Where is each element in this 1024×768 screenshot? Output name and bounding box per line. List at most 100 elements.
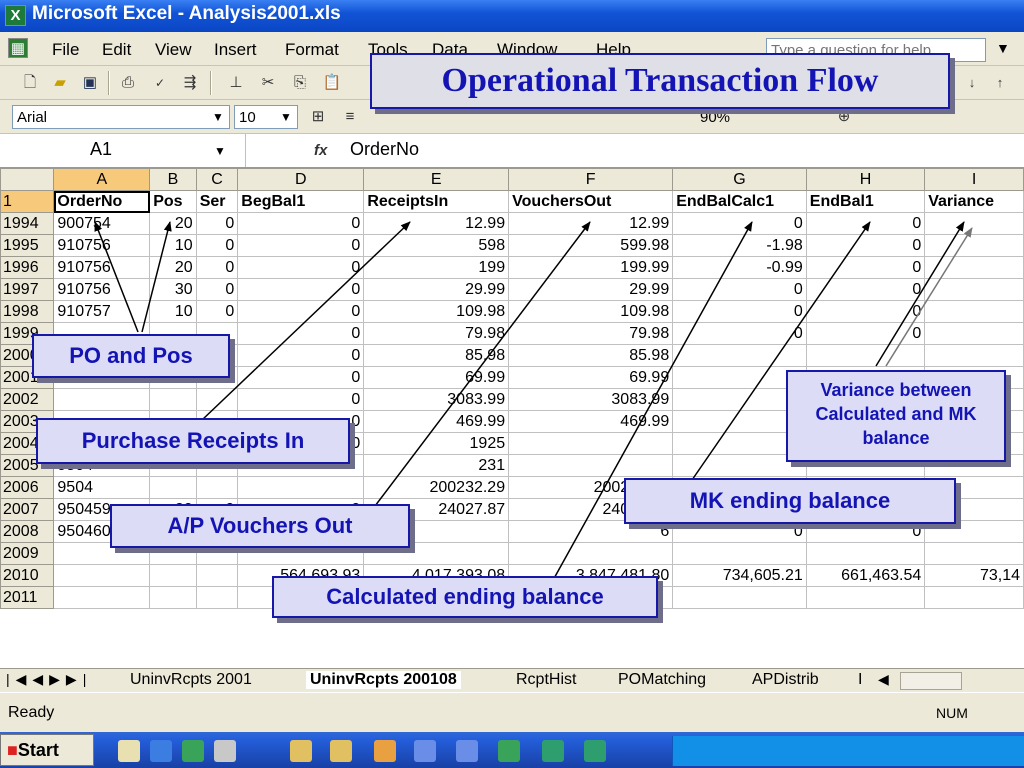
- cell[interactable]: 85.98: [363, 344, 510, 367]
- font-name-select[interactable]: Arial: [12, 105, 230, 129]
- spelling-icon[interactable]: ✓: [150, 73, 170, 93]
- cell[interactable]: 109.98: [363, 300, 510, 323]
- quicklaunch-outlook-icon[interactable]: [182, 740, 204, 762]
- tab-uninvrcpts-2001[interactable]: UninvRcpts 2001: [130, 671, 252, 689]
- tab-uninvrcpts-200108[interactable]: UninvRcpts 200108: [306, 671, 461, 689]
- cell[interactable]: -1.98: [672, 234, 807, 257]
- cell[interactable]: 79.98: [363, 322, 510, 345]
- quicklaunch-desktop-icon[interactable]: [118, 740, 140, 762]
- task-word-icon[interactable]: [414, 740, 436, 762]
- column-header-i[interactable]: I: [924, 168, 1024, 191]
- row-header[interactable]: 2006: [0, 476, 55, 499]
- column-header-c[interactable]: C: [195, 168, 239, 191]
- cell[interactable]: 469.99: [508, 410, 674, 433]
- name-box[interactable]: A1: [90, 139, 112, 160]
- cell[interactable]: [924, 300, 1024, 323]
- cell[interactable]: 598: [363, 234, 510, 257]
- cell[interactable]: 599.98: [508, 234, 674, 257]
- task-excel-icon[interactable]: [498, 740, 520, 762]
- cell[interactable]: [924, 542, 1024, 565]
- cell[interactable]: 3083.99: [363, 388, 510, 411]
- cell[interactable]: 910757: [53, 300, 151, 323]
- cell[interactable]: 29.99: [363, 278, 510, 301]
- row-header[interactable]: 2007: [0, 498, 55, 521]
- size-dropdown-chevron-icon[interactable]: ▼: [280, 110, 292, 124]
- cell[interactable]: 20: [149, 256, 197, 279]
- function-icon[interactable]: fx: [314, 142, 327, 159]
- name-box-chevron-icon[interactable]: ▼: [214, 144, 226, 158]
- copy-icon[interactable]: ⎘: [290, 73, 310, 93]
- row-header[interactable]: 2008: [0, 520, 55, 543]
- task-word2-icon[interactable]: [456, 740, 478, 762]
- cell[interactable]: 0: [672, 278, 807, 301]
- cell[interactable]: [924, 234, 1024, 257]
- header-cell-receiptsin[interactable]: ReceiptsIn: [363, 190, 510, 213]
- print-preview-icon[interactable]: ⎙: [118, 73, 138, 93]
- research-icon[interactable]: ⇶: [180, 73, 200, 93]
- cell[interactable]: 0: [805, 278, 926, 301]
- cell[interactable]: 200232.29: [363, 476, 510, 499]
- cell[interactable]: [195, 564, 239, 587]
- cell[interactable]: [53, 586, 151, 609]
- open-folder-icon[interactable]: ▰: [50, 73, 70, 93]
- cell[interactable]: 69.99: [508, 366, 674, 389]
- cell[interactable]: 661,463.54: [805, 564, 926, 587]
- cell[interactable]: 0: [237, 278, 365, 301]
- header-cell-orderno[interactable]: OrderNo: [53, 190, 151, 213]
- header-cell-endbal1[interactable]: EndBal1: [805, 190, 926, 213]
- cell[interactable]: 734,605.21: [672, 564, 807, 587]
- cell[interactable]: 900754: [53, 212, 151, 235]
- header-cell-endbalcalc1[interactable]: EndBalCalc1: [672, 190, 807, 213]
- cell[interactable]: [508, 542, 674, 565]
- formula-input[interactable]: OrderNo: [350, 139, 419, 160]
- zoom-value[interactable]: 90%: [700, 109, 730, 126]
- cell[interactable]: [924, 256, 1024, 279]
- header-cell-begbal1[interactable]: BegBal1: [237, 190, 365, 213]
- cell[interactable]: 0: [237, 300, 365, 323]
- cell[interactable]: 85.98: [508, 344, 674, 367]
- cell[interactable]: 0: [805, 212, 926, 235]
- cell[interactable]: 69.99: [363, 366, 510, 389]
- cell[interactable]: [149, 586, 197, 609]
- column-header-b[interactable]: B: [149, 168, 197, 191]
- cell[interactable]: [924, 586, 1024, 609]
- sort-descending-icon[interactable]: ↓: [962, 73, 982, 93]
- header-cell-pos[interactable]: Pos: [149, 190, 197, 213]
- cell[interactable]: [672, 586, 807, 609]
- cell[interactable]: [805, 542, 926, 565]
- column-header-d[interactable]: D: [237, 168, 365, 191]
- quicklaunch-browser-icon[interactable]: [150, 740, 172, 762]
- cell[interactable]: [924, 212, 1024, 235]
- tab-scroll-buttons[interactable]: |◀◀▶▶|: [6, 671, 92, 688]
- cell[interactable]: 30: [149, 278, 197, 301]
- row-header[interactable]: 2009: [0, 542, 55, 565]
- row-header[interactable]: 1: [0, 190, 55, 213]
- cell[interactable]: 0: [195, 234, 239, 257]
- row-header[interactable]: 2011: [0, 586, 55, 609]
- task-app2-icon[interactable]: [330, 740, 352, 762]
- column-header-h[interactable]: H: [805, 168, 926, 191]
- cell[interactable]: [149, 388, 197, 411]
- cell[interactable]: 0: [195, 300, 239, 323]
- cell[interactable]: 0: [672, 300, 807, 323]
- sort-ascending-icon[interactable]: ↑: [990, 73, 1010, 93]
- cell[interactable]: 0: [195, 212, 239, 235]
- task-app1-icon[interactable]: [290, 740, 312, 762]
- cut-icon[interactable]: ✂: [258, 73, 278, 93]
- menu-view[interactable]: View: [155, 40, 192, 60]
- row-header[interactable]: 1997: [0, 278, 55, 301]
- horizontal-scrollbar[interactable]: [900, 672, 962, 690]
- cell[interactable]: 0: [805, 300, 926, 323]
- cell[interactable]: 3083.99: [508, 388, 674, 411]
- cell[interactable]: 20: [149, 212, 197, 235]
- cell[interactable]: [149, 476, 197, 499]
- cell[interactable]: 0: [237, 234, 365, 257]
- header-cell-variance[interactable]: Variance: [924, 190, 1024, 213]
- cell[interactable]: 0: [237, 256, 365, 279]
- cell[interactable]: 910756: [53, 278, 151, 301]
- row-header[interactable]: 1995: [0, 234, 55, 257]
- cell[interactable]: 0: [672, 212, 807, 235]
- tab-pomatching[interactable]: POMatching: [618, 671, 706, 689]
- row-header[interactable]: 1996: [0, 256, 55, 279]
- cell[interactable]: [53, 564, 151, 587]
